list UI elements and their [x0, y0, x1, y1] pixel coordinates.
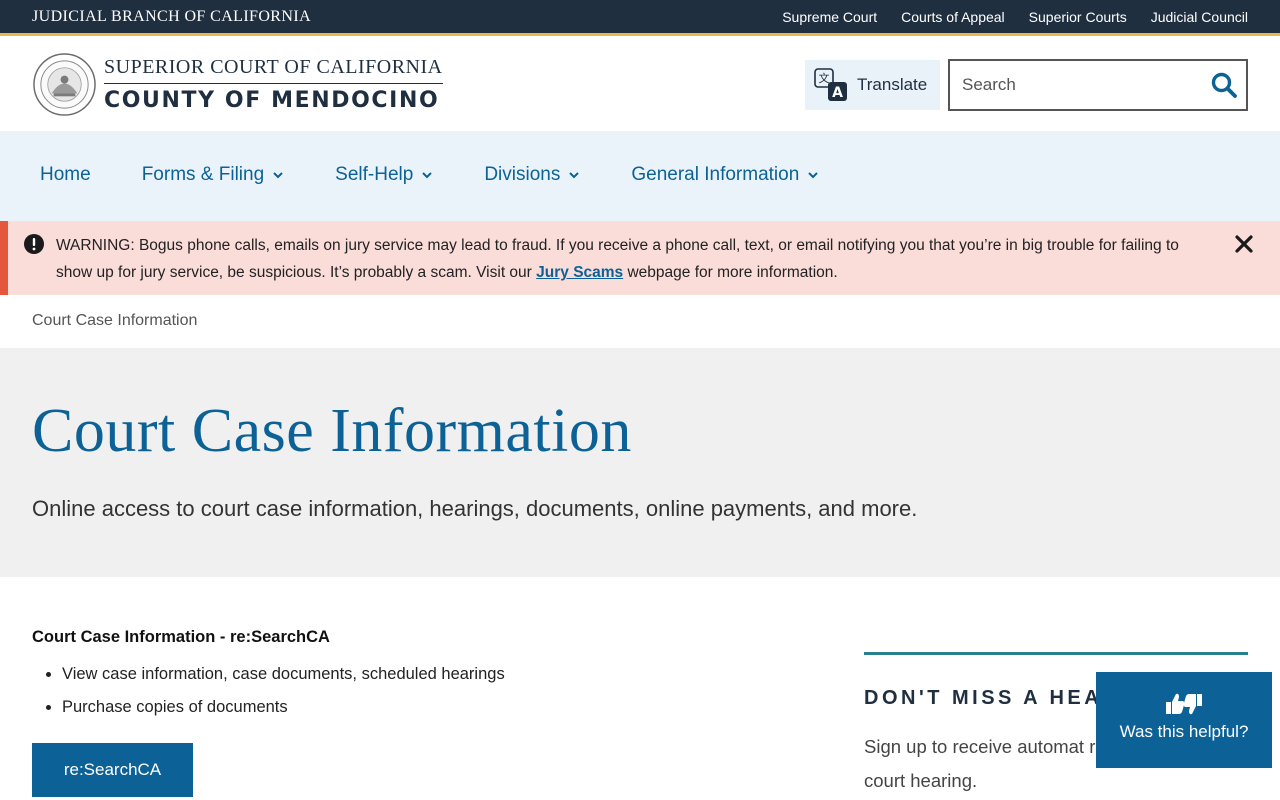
court-name-line1: SUPERIOR COURT OF CALIFORNIA	[104, 56, 443, 84]
chevron-down-icon	[808, 172, 818, 179]
nav-item-general-information[interactable]: General Information	[631, 164, 819, 186]
nav-item-home[interactable]: Home	[40, 164, 91, 186]
jury-scams-link[interactable]: Jury Scams	[536, 264, 623, 281]
nav-item-divisions[interactable]: Divisions	[484, 164, 580, 186]
alert-message: WARNING: Bogus phone calls, emails on ju…	[56, 232, 1206, 286]
judicial-branch-brand[interactable]: JUDICIAL BRANCH OF CALIFORNIA	[32, 8, 311, 26]
list-item: View case information, case documents, s…	[62, 665, 772, 684]
top-links: Supreme Court Courts of Appeal Superior …	[782, 9, 1248, 25]
alert-text-after: webpage for more information.	[623, 264, 838, 281]
nav-item-self-help[interactable]: Self-Help	[335, 164, 433, 186]
chevron-down-icon	[273, 172, 283, 179]
search-icon[interactable]	[1210, 71, 1238, 99]
site-header: SUPERIOR COURT OF CALIFORNIA COUNTY OF M…	[0, 39, 1280, 131]
translate-label: Translate	[857, 75, 928, 94]
close-icon[interactable]	[1234, 234, 1254, 254]
page-subtitle: Online access to court case information,…	[32, 496, 918, 521]
thumbs-up-down-icon	[1166, 693, 1202, 715]
research-ca-button[interactable]: re:SearchCA	[32, 743, 193, 797]
nav-label-home: Home	[40, 164, 91, 185]
page-hero: Court Case Information Online access to …	[0, 348, 1280, 577]
chevron-down-icon	[569, 172, 580, 179]
feedback-label: Was this helpful?	[1119, 722, 1249, 741]
nav-label-forms-filing: Forms & Filing	[141, 164, 265, 185]
search-box	[948, 59, 1248, 111]
feedback-button[interactable]: Was this helpful?	[1096, 672, 1272, 768]
chevron-down-icon	[422, 172, 433, 179]
list-item: Purchase copies of documents	[62, 698, 772, 717]
nav-item-forms-filing[interactable]: Forms & Filing	[142, 164, 284, 186]
top-link-courts-of-appeal[interactable]: Courts of Appeal	[901, 9, 1005, 25]
court-name-line2: COUNTY OF MENDOCINO	[104, 88, 440, 113]
warning-alert-banner: WARNING: Bogus phone calls, emails on ju…	[0, 221, 1280, 295]
section-title: Court Case Information - re:SearchCA	[32, 628, 330, 646]
feature-list: View case information, case documents, s…	[62, 665, 772, 717]
top-link-judicial-council[interactable]: Judicial Council	[1151, 9, 1248, 25]
svg-text:A: A	[832, 85, 843, 101]
nav-label-divisions: Divisions	[484, 164, 561, 185]
top-link-supreme-court[interactable]: Supreme Court	[782, 9, 877, 25]
breadcrumb: Court Case Information	[32, 312, 198, 329]
top-link-superior-courts[interactable]: Superior Courts	[1029, 9, 1127, 25]
court-name-logo[interactable]: SUPERIOR COURT OF CALIFORNIA COUNTY OF M…	[104, 56, 443, 113]
page-title: Court Case Information	[32, 397, 632, 465]
nav-label-self-help: Self-Help	[335, 164, 414, 185]
nav-label-general-information: General Information	[631, 164, 800, 185]
search-input[interactable]	[950, 61, 1200, 109]
main-navigation: Home Forms & Filing Self-Help Divisions …	[0, 131, 1280, 221]
main-content: Court Case Information - re:SearchCA Vie…	[32, 628, 772, 797]
exclamation-icon	[24, 234, 44, 254]
svg-text:文: 文	[819, 71, 830, 85]
top-utility-bar: JUDICIAL BRANCH OF CALIFORNIA Supreme Co…	[0, 0, 1280, 36]
translate-button[interactable]: 文 A Translate	[805, 60, 940, 110]
translate-icon: 文 A	[814, 68, 847, 101]
court-seal-icon[interactable]	[32, 52, 97, 117]
